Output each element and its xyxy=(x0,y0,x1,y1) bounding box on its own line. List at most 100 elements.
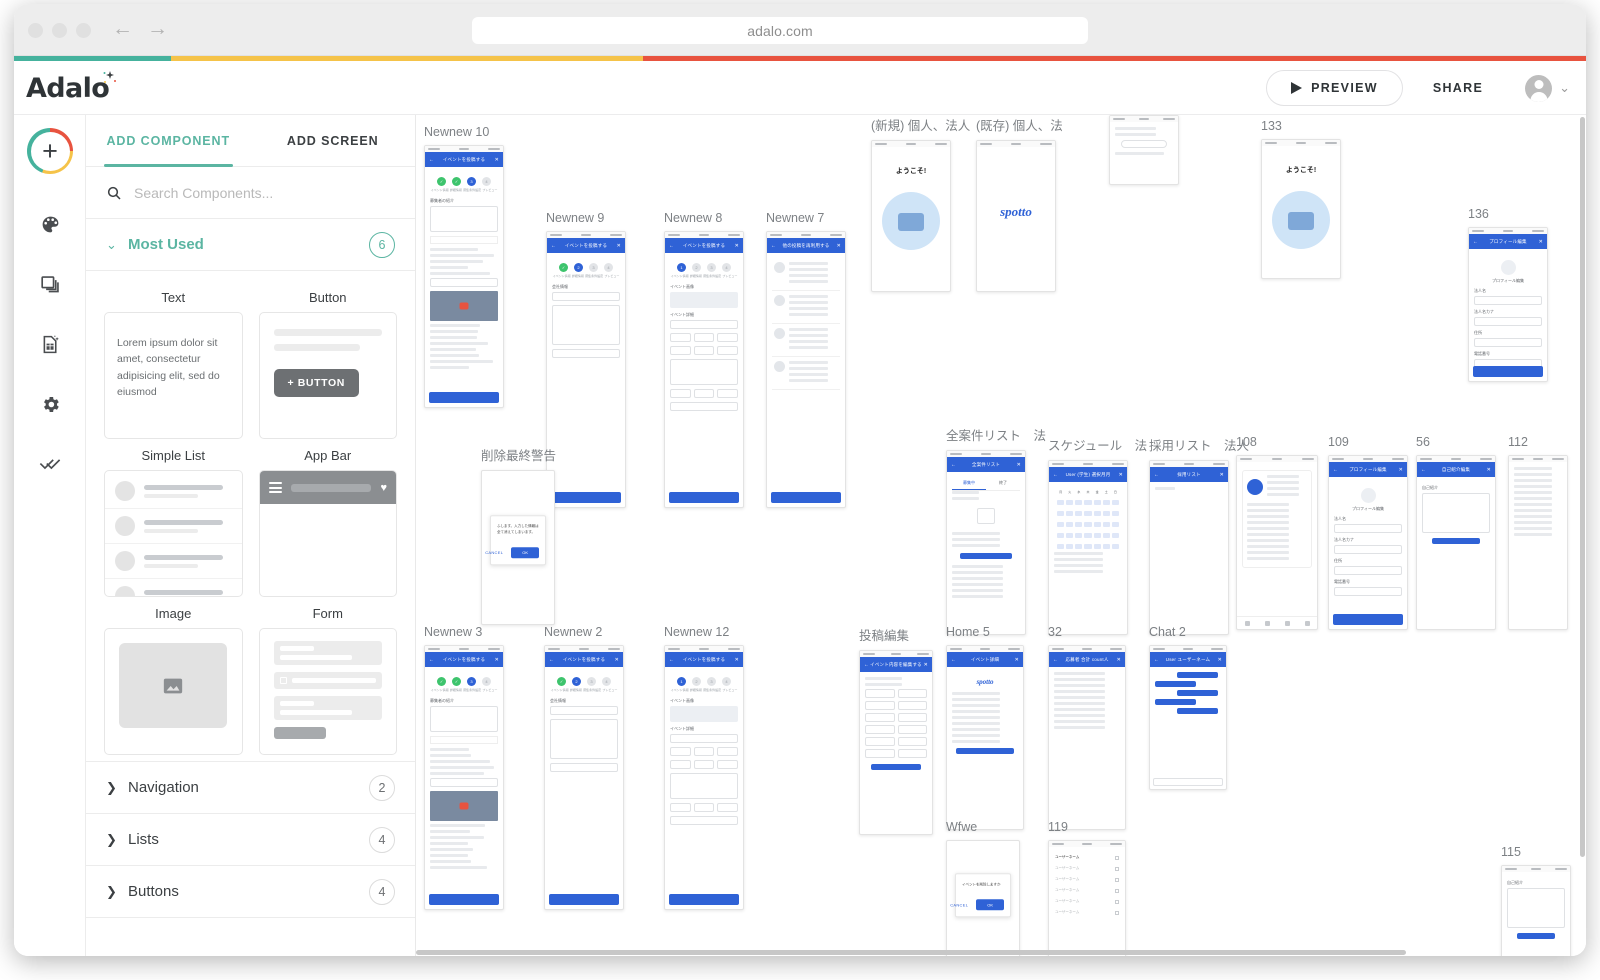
calendar-day[interactable] xyxy=(1103,533,1110,538)
input-field[interactable] xyxy=(694,389,715,398)
calendar-day[interactable] xyxy=(1066,500,1073,505)
component-card-form[interactable] xyxy=(259,628,398,755)
screen-thumbnail[interactable]: ←イベントを投稿する✕✓234イベント情報詳細情報募集条件設定プレビュー会社情報 xyxy=(544,645,624,910)
screen-thumbnail[interactable]: ふします。入力した情報は全て消えてしまいます。CANCELOK xyxy=(481,470,555,625)
calendar-day[interactable] xyxy=(1112,533,1119,538)
input-field[interactable] xyxy=(865,701,895,710)
screen-item[interactable]: 119ユーザーネームユーザーネームユーザーネームユーザーネームユーザーネームユー… xyxy=(1048,820,1126,956)
screen-thumbnail[interactable]: ユーザーネームユーザーネームユーザーネームユーザーネームユーザーネームユーザーネ… xyxy=(1048,840,1126,956)
input-field[interactable] xyxy=(694,346,715,355)
user-row[interactable]: ユーザーネーム xyxy=(1054,885,1120,896)
screen-item[interactable]: 115自己紹介 xyxy=(1501,845,1571,956)
input-field[interactable] xyxy=(865,737,895,746)
calendar-day[interactable] xyxy=(1112,544,1119,549)
calendar-day[interactable] xyxy=(1057,522,1064,527)
checkbox[interactable] xyxy=(1115,911,1119,915)
input-field[interactable] xyxy=(552,349,620,358)
screen-thumbnail[interactable]: ようこそ! xyxy=(1261,139,1341,279)
calendar-day[interactable] xyxy=(1075,511,1082,516)
screen-thumbnail[interactable] xyxy=(1508,455,1568,630)
input-field[interactable] xyxy=(898,701,928,710)
screen-item[interactable]: 全案件リスト 法←全案件リスト✕募集中終了 xyxy=(946,425,1046,635)
calendar-day[interactable] xyxy=(1057,500,1064,505)
next-button[interactable] xyxy=(669,492,739,503)
save-button[interactable] xyxy=(871,764,921,770)
next-button[interactable] xyxy=(429,894,499,905)
calendar-day[interactable] xyxy=(1084,511,1091,516)
user-row[interactable]: ユーザーネーム xyxy=(1054,896,1120,907)
input-field[interactable] xyxy=(670,816,738,825)
screen-item[interactable]: (新規) 個人、法人ようこそ! xyxy=(871,115,970,292)
component-card-simple-list[interactable] xyxy=(104,470,243,597)
checkbox[interactable] xyxy=(1115,856,1119,860)
screen-thumbnail[interactable]: ←他の投稿を再利用する✕ xyxy=(766,231,846,508)
database-icon[interactable] xyxy=(35,329,65,359)
calendar-day[interactable] xyxy=(1075,544,1082,549)
save-button[interactable] xyxy=(1517,933,1555,939)
screen-item[interactable]: Chat 2←User ユーザーネーム✕ xyxy=(1149,625,1227,790)
screen-thumbnail[interactable]: ようこそ! xyxy=(871,140,951,292)
input-field[interactable] xyxy=(1474,338,1542,347)
screen-thumbnail[interactable]: ←自己紹介編集✕自己紹介 xyxy=(1416,455,1496,630)
tab-bar-item[interactable] xyxy=(1277,617,1297,629)
text-area-field[interactable] xyxy=(430,206,498,232)
input-field[interactable] xyxy=(430,778,498,787)
cancel-button[interactable]: CANCEL xyxy=(485,550,503,555)
calendar-day[interactable] xyxy=(1094,522,1101,527)
screens-canvas[interactable]: Newnew 10←イベントを投稿する✕✓✓34イベント情報詳細情報募集条件設定… xyxy=(416,115,1586,956)
calendar-day[interactable] xyxy=(1084,544,1091,549)
input-field[interactable] xyxy=(1334,545,1402,554)
input-field[interactable] xyxy=(694,747,715,756)
screen-thumbnail[interactable]: ←User ユーザーネーム✕ xyxy=(1149,645,1227,790)
input-field[interactable] xyxy=(670,803,691,812)
calendar-day[interactable] xyxy=(1112,500,1119,505)
input-field[interactable] xyxy=(898,689,928,698)
input-field[interactable] xyxy=(865,689,895,698)
share-button[interactable]: SHARE xyxy=(1433,81,1483,95)
calendar-day[interactable] xyxy=(1066,511,1073,516)
input-field[interactable] xyxy=(694,333,715,342)
screen-thumbnail[interactable] xyxy=(1236,455,1318,630)
calendar-day[interactable] xyxy=(1112,522,1119,527)
calendar-day[interactable] xyxy=(1084,522,1091,527)
register-button[interactable] xyxy=(1121,140,1167,148)
bottom-tab-bar[interactable] xyxy=(1237,616,1317,629)
component-card-button[interactable]: + BUTTON xyxy=(259,312,398,439)
screen-item[interactable]: (既存) 個人、法spotto xyxy=(976,115,1063,292)
calendar-day[interactable] xyxy=(1103,511,1110,516)
input-field[interactable] xyxy=(670,333,691,342)
input-field[interactable] xyxy=(717,760,738,769)
screen-item[interactable]: 32←応募者 合計 count人✕ xyxy=(1048,625,1126,830)
input-field[interactable] xyxy=(898,749,928,758)
screen-item[interactable]: スケジュール 法←User (学生) 選択月月✕月火水木金土日 xyxy=(1048,435,1147,635)
tab-bar-item[interactable] xyxy=(1257,617,1277,629)
screens-icon[interactable] xyxy=(35,269,65,299)
input-field[interactable] xyxy=(670,346,691,355)
screen-item[interactable]: Newnew 8←イベントを投稿する✕1234イベント情報詳細情報募集条件設定プ… xyxy=(664,211,744,508)
screen-thumbnail[interactable]: spotto xyxy=(976,140,1056,292)
input-field[interactable] xyxy=(717,346,738,355)
calendar-day[interactable] xyxy=(1057,544,1064,549)
calendar-day[interactable] xyxy=(1066,533,1073,538)
input-field[interactable] xyxy=(1474,296,1542,305)
screen-item[interactable]: 56←自己紹介編集✕自己紹介 xyxy=(1416,435,1496,630)
checkbox[interactable] xyxy=(1115,900,1119,904)
input-field[interactable] xyxy=(670,320,738,329)
screen-item[interactable]: Newnew 7←他の投稿を再利用する✕ xyxy=(766,211,846,508)
search-row[interactable]: Search Components... xyxy=(86,167,415,219)
user-row[interactable]: ユーザーネーム xyxy=(1054,863,1120,874)
screen-tab[interactable]: 終了 xyxy=(986,477,1020,490)
canvas-vertical-scrollbar[interactable] xyxy=(1580,117,1585,944)
calendar-day[interactable] xyxy=(1075,533,1082,538)
user-row[interactable]: ユーザーネーム xyxy=(1054,852,1120,863)
screen-thumbnail[interactable]: ←イベントを投稿する✕✓234イベント情報詳細情報募集条件設定プレビュー会社情報 xyxy=(546,231,626,508)
screen-tab[interactable]: 募集中 xyxy=(952,477,986,490)
text-area-field[interactable] xyxy=(550,719,618,759)
user-row[interactable]: ユーザーネーム xyxy=(1054,907,1120,918)
screen-item[interactable]: Wfweイベントを削除しますかCANCELOK xyxy=(946,820,1020,956)
input-field[interactable] xyxy=(865,725,895,734)
adalo-logo[interactable]: Adalo xyxy=(26,73,109,103)
screen-item[interactable]: 採用リスト 法人←採用リスト✕ xyxy=(1149,435,1249,635)
add-button[interactable]: + xyxy=(27,128,73,174)
close-window-button[interactable] xyxy=(28,23,43,38)
